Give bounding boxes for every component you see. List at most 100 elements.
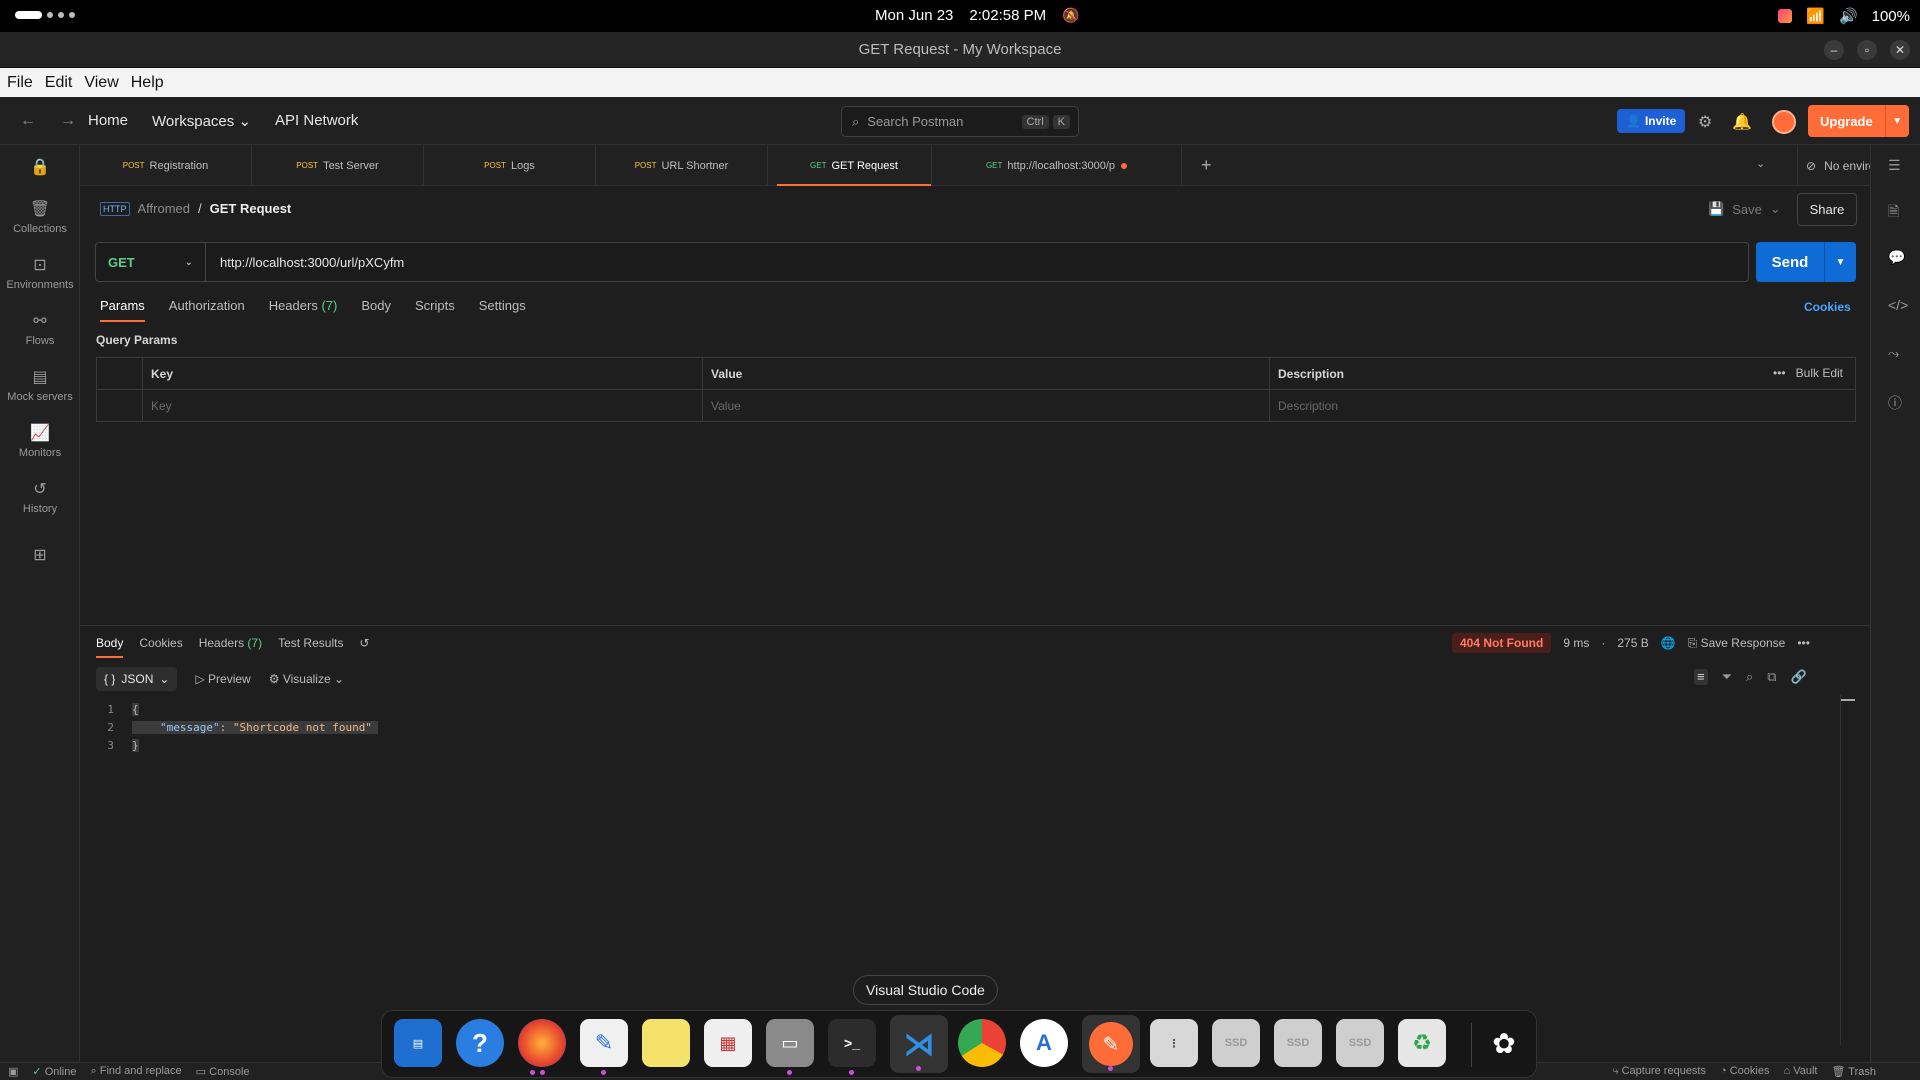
editor-scroll-thumb[interactable] <box>1841 699 1855 701</box>
tab-headers[interactable]: Headers (7) <box>269 298 338 322</box>
nav-workspaces[interactable]: Workspaces ⌄ <box>152 112 251 130</box>
breadcrumb-workspace[interactable]: Affromed <box>138 201 191 216</box>
url-input[interactable]: http://localhost:3000/url/pXCyfm <box>206 255 404 270</box>
tab-params[interactable]: Params <box>100 298 145 322</box>
show-apps-icon[interactable]: ✿ <box>1480 1019 1528 1067</box>
preview-button[interactable]: ▷ Preview <box>195 672 250 686</box>
description-input[interactable]: Description <box>1269 390 1855 422</box>
text-editor-icon[interactable]: ✎ <box>580 1019 628 1075</box>
breadcrumb-request[interactable]: GET Request <box>210 201 292 216</box>
tab-registration[interactable]: POST Registration <box>80 145 252 186</box>
more-options-icon[interactable]: ••• <box>1797 636 1810 650</box>
drive-ssd-icon[interactable]: SSD <box>1212 1019 1260 1067</box>
recycle-bin-icon[interactable]: ♻ <box>1398 1019 1446 1067</box>
vscode-icon[interactable]: ⋊ <box>890 1015 948 1073</box>
invite-button[interactable]: 👤 Invite <box>1617 109 1686 133</box>
response-tab-headers[interactable]: Headers (7) <box>199 636 262 658</box>
filter-icon[interactable]: ⏷ <box>1722 669 1732 685</box>
tab-test-server[interactable]: POST Test Server <box>252 145 424 186</box>
sidebar-item-environments[interactable]: ⊡ Environments <box>0 255 80 291</box>
sidebar-item-flows[interactable]: ⚯ Flows <box>0 311 80 347</box>
wrap-lines-icon[interactable]: ≡ <box>1694 669 1708 685</box>
sticky-notes-icon[interactable] <box>642 1019 690 1067</box>
key-input[interactable]: Key <box>142 390 702 422</box>
bulk-edit-control[interactable]: ••• Bulk Edit <box>1773 366 1843 380</box>
link-icon[interactable]: 🔗 <box>1791 669 1807 685</box>
forward-arrow-icon[interactable]: → <box>60 112 76 130</box>
nav-home[interactable]: Home <box>88 112 128 130</box>
postman-icon[interactable]: ✎ <box>1082 1015 1140 1073</box>
response-tab-test-results[interactable]: Test Results <box>278 636 343 658</box>
settings-gear-icon[interactable]: ⚙ <box>1698 112 1712 132</box>
cookies-link[interactable]: Cookies <box>1804 300 1851 314</box>
response-divider[interactable] <box>80 625 1870 626</box>
activities-indicator[interactable] <box>15 11 75 19</box>
drive-ssd-icon[interactable]: SSD <box>1336 1019 1384 1067</box>
response-history-icon[interactable]: ↺ <box>359 636 369 658</box>
bulk-edit-button[interactable]: Bulk Edit <box>1796 366 1843 380</box>
tabs-overflow-chevron-icon[interactable]: ⌄ <box>1756 157 1765 170</box>
tab-settings[interactable]: Settings <box>479 298 526 322</box>
sidebar-item-mock-servers[interactable]: ▤ Mock servers <box>0 367 80 403</box>
menu-file[interactable]: File <box>7 74 33 92</box>
lock-icon[interactable]: 🔒 <box>30 157 50 177</box>
response-body-editor[interactable]: 1 { 2 "message": "Shortcode not found" 3… <box>96 700 378 754</box>
documentation-icon[interactable]: 🗎 <box>1888 201 1899 225</box>
value-input[interactable]: Value <box>702 390 1269 422</box>
avatar[interactable] <box>1772 110 1797 134</box>
files-icon[interactable]: ▭ <box>766 1019 814 1075</box>
save-control[interactable]: 💾 Save ⌄ <box>1708 201 1781 217</box>
terminal-icon[interactable]: >_ <box>828 1019 876 1075</box>
maximize-button[interactable]: ▫ <box>1857 40 1877 60</box>
tab-body[interactable]: Body <box>361 298 391 322</box>
method-select[interactable]: GET ⌄ <box>96 243 206 281</box>
environment-quicklook-icon[interactable]: ☰ <box>1888 157 1901 174</box>
app-center-icon[interactable]: A <box>1020 1019 1068 1067</box>
layout-toggle-icon[interactable]: ▣ <box>8 1065 18 1078</box>
vault-button[interactable]: ⌂ Vault <box>1783 1065 1817 1078</box>
related-icon[interactable]: ⤳ <box>1888 345 1899 362</box>
copy-icon[interactable]: ⧉ <box>1767 669 1776 685</box>
back-arrow-icon[interactable]: ← <box>20 112 36 130</box>
format-select[interactable]: { } JSON ⌄ <box>96 667 178 691</box>
sidebar-item-monitors[interactable]: 📈 Monitors <box>0 423 80 459</box>
sidebar-item-collections[interactable]: 🗑 Collections <box>0 199 80 235</box>
chevron-down-icon[interactable]: ⌄ <box>1770 201 1781 217</box>
share-button[interactable]: Share <box>1797 193 1857 226</box>
editor-scrollbar[interactable] <box>1840 695 1841 1045</box>
cookies-button[interactable]: ◔ Cookies <box>1720 1065 1769 1078</box>
tab-authorization[interactable]: Authorization <box>169 298 245 322</box>
more-options-icon[interactable]: ••• <box>1773 366 1786 380</box>
menu-help[interactable]: Help <box>131 74 164 92</box>
clock[interactable]: Mon Jun 23 2:02:58 PM 🔕 <box>875 7 1080 24</box>
response-time[interactable]: 9 ms <box>1563 636 1589 650</box>
disk-usage-icon[interactable]: ⋮ <box>1150 1019 1198 1067</box>
visualize-button[interactable]: ⚙ Visualize ⌄ <box>269 672 344 686</box>
comments-icon[interactable]: 💬 <box>1888 249 1905 266</box>
system-tray[interactable]: 📶 🔊 100% <box>1778 7 1910 25</box>
chrome-icon[interactable] <box>958 1019 1006 1067</box>
response-tab-body[interactable]: Body <box>96 636 124 658</box>
send-button[interactable]: Send ▼ <box>1756 242 1856 282</box>
document-viewer-icon[interactable]: ▦ <box>704 1019 752 1067</box>
info-icon[interactable]: ⓘ <box>1888 393 1902 413</box>
close-button[interactable]: ✕ <box>1890 40 1910 60</box>
menu-view[interactable]: View <box>84 74 118 92</box>
sidebar-item-configure[interactable]: ⊞ <box>0 545 80 569</box>
tab-localhost[interactable]: GET http://localhost:3000/p <box>932 145 1182 186</box>
code-icon[interactable]: </> <box>1888 297 1908 313</box>
upgrade-button[interactable]: Upgrade ▼ <box>1808 105 1909 137</box>
sidebar-item-history[interactable]: ↺ History <box>0 479 80 515</box>
chevron-down-icon[interactable]: ▼ <box>1824 242 1856 282</box>
capture-requests-button[interactable]: ⤷ Capture requests <box>1612 1065 1706 1078</box>
firefox-icon[interactable] <box>518 1019 566 1075</box>
response-tab-cookies[interactable]: Cookies <box>139 636 182 658</box>
console-button[interactable]: ▭ Console <box>196 1065 250 1078</box>
new-tab-plus-icon[interactable]: + <box>1201 155 1212 176</box>
minimize-button[interactable]: – <box>1824 40 1844 60</box>
chevron-down-icon[interactable]: ▼ <box>1884 105 1909 137</box>
notification-bell-icon[interactable]: 🔔 <box>1732 112 1752 132</box>
menu-edit[interactable]: Edit <box>45 74 73 92</box>
tab-get-request[interactable]: GET GET Request <box>777 145 932 186</box>
tab-url-shortner[interactable]: POST URL Shortner <box>596 145 768 186</box>
